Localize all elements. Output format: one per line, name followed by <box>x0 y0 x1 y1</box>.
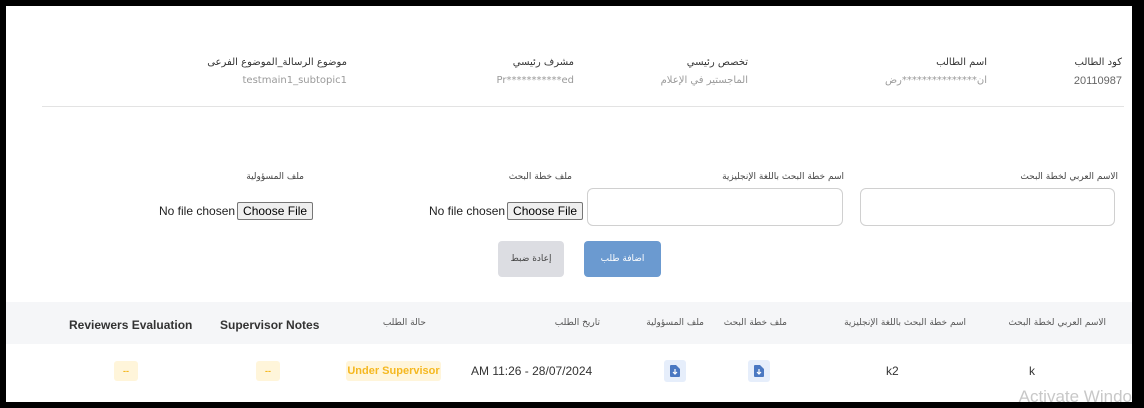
main-specialty-info: تخصص رئيسي الماجستير في الإعلام <box>661 56 748 88</box>
cell-request-date: AM 11:26 - 28/07/2024 <box>471 364 593 378</box>
section-divider <box>42 106 1124 107</box>
responsibility-file-choose-button[interactable]: Choose File <box>237 202 314 220</box>
plan-file-input[interactable]: No file chosen Choose File <box>429 202 584 220</box>
student-name-value: ان***************رض <box>884 75 987 86</box>
responsibility-file-status: No file chosen <box>159 204 236 218</box>
english-name-input[interactable] <box>587 188 843 226</box>
arabic-name-input[interactable] <box>860 188 1115 226</box>
th-arabic-name: الاسم العربي لخطة البحث <box>1008 318 1106 328</box>
th-request-date: تاريخ الطلب <box>554 318 600 328</box>
responsibility-file-input[interactable]: No file chosen Choose File <box>159 202 314 220</box>
status-badge: Under Supervisor <box>346 361 441 381</box>
plan-file-choose-button[interactable]: Choose File <box>507 202 584 220</box>
th-english-name: اسم خطة البحث باللغة الإنجليزية <box>844 318 966 328</box>
activate-windows-watermark: Activate Windo <box>1018 387 1132 402</box>
english-name-label: اسم خطة البحث باللغة الإنجليزية <box>722 172 844 182</box>
student-code-value: 20110987 <box>1073 75 1122 87</box>
page-frame: كود الطالب 20110987 اسم الطالب ان*******… <box>6 6 1132 402</box>
main-supervisor-info: مشرف رئيسي Pr***********ed <box>497 56 574 88</box>
student-name-info: اسم الطالب ان***************رض <box>885 56 987 88</box>
th-plan-file: ملف خطة البحث <box>723 318 787 328</box>
main-supervisor-value: Pr***********ed <box>496 75 574 86</box>
th-supervisor-notes: Supervisor Notes <box>220 318 320 332</box>
arabic-name-label: الاسم العربي لخطة البحث <box>1020 172 1118 182</box>
student-name-label: اسم الطالب <box>936 57 987 68</box>
thesis-subject-value: testmain1_subtopic1 <box>242 75 347 86</box>
th-reviewers-evaluation: Reviewers Evaluation <box>69 318 193 332</box>
student-code-label: كود الطالب <box>1074 57 1123 68</box>
responsibility-file-download-icon[interactable] <box>664 360 686 382</box>
thesis-subject-label: موضوع الرسالة_الموضوع الفرعى <box>207 57 347 68</box>
student-code-info: كود الطالب 20110987 <box>1074 56 1122 88</box>
th-responsibility-file: ملف المسؤولية <box>646 318 704 328</box>
plan-file-status: No file chosen <box>429 204 506 218</box>
cell-arabic-name: k <box>1029 364 1035 378</box>
main-specialty-value: الماجستير في الإعلام <box>660 75 748 86</box>
reset-button[interactable]: إعادة ضبط <box>498 241 564 277</box>
plan-file-download-icon[interactable] <box>748 360 770 382</box>
supervisor-notes-badge[interactable]: -- <box>256 361 280 381</box>
cell-english-name: k2 <box>886 364 899 378</box>
main-supervisor-label: مشرف رئيسي <box>512 57 574 68</box>
responsibility-file-label: ملف المسؤولية <box>246 172 304 182</box>
reviewers-evaluation-badge[interactable]: -- <box>114 361 138 381</box>
plan-file-label: ملف خطة البحث <box>508 172 572 182</box>
th-request-status: حالة الطلب <box>382 318 426 328</box>
add-request-button[interactable]: اضافة طلب <box>584 241 661 277</box>
thesis-subject-info: موضوع الرسالة_الموضوع الفرعى testmain1_s… <box>207 56 347 88</box>
main-specialty-label: تخصص رئيسي <box>686 57 748 68</box>
